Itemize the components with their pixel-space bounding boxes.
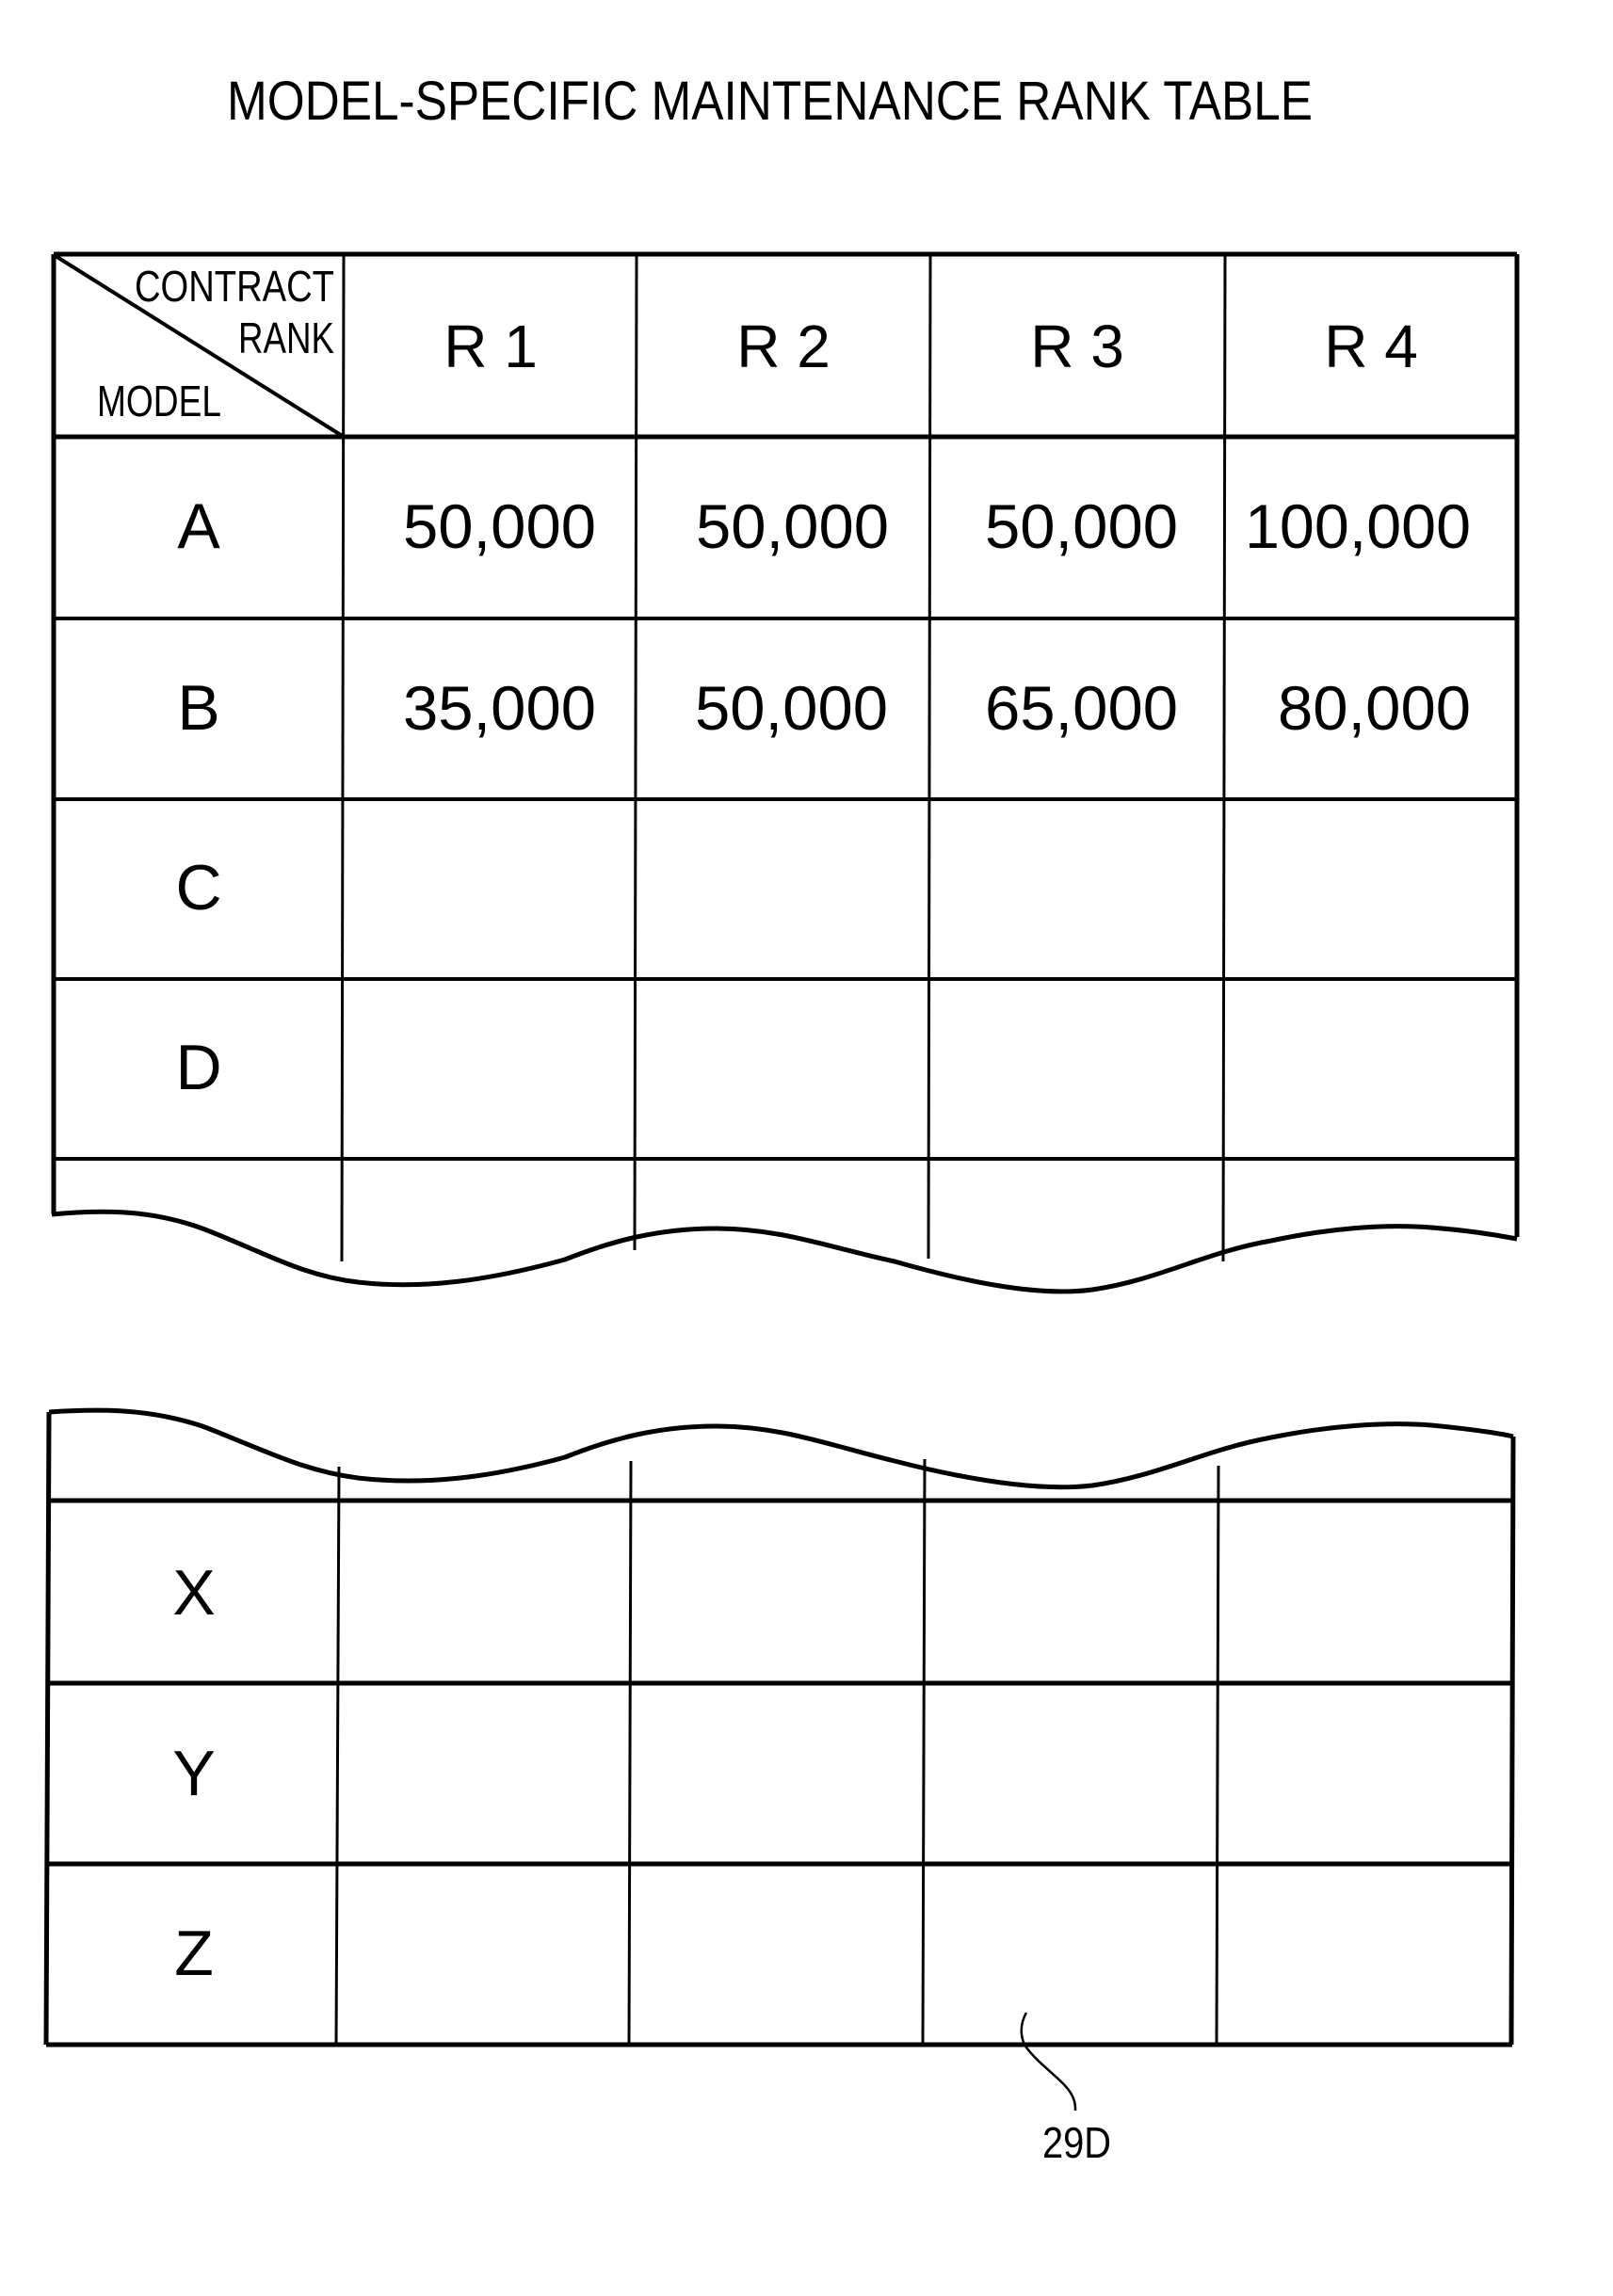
row-label-x: X bbox=[172, 1557, 215, 1629]
corner-label-rank: RANK bbox=[238, 313, 334, 362]
table-top-fragment bbox=[51, 251, 1520, 1294]
column-divider bbox=[927, 253, 932, 1260]
cell-b-r2: 50,000 bbox=[695, 673, 888, 743]
cell-b-r3: 65,000 bbox=[985, 673, 1178, 743]
cell-a-r4: 100,000 bbox=[1245, 491, 1471, 561]
column-divider bbox=[627, 1460, 633, 2046]
row-label-d: D bbox=[175, 1032, 221, 1103]
column-divider bbox=[921, 1458, 927, 2046]
row-label-a: A bbox=[177, 490, 220, 562]
row-label-y: Y bbox=[172, 1738, 215, 1809]
cell-b-r4: 80,000 bbox=[1278, 673, 1471, 743]
column-divider bbox=[1221, 253, 1227, 1262]
reference-leader-line bbox=[1020, 2012, 1077, 2111]
column-divider bbox=[334, 1466, 341, 2046]
cell-a-r3: 50,000 bbox=[985, 491, 1178, 561]
column-divider bbox=[1215, 1465, 1220, 2046]
reference-label: 29D bbox=[1042, 2118, 1111, 2167]
table-right-border bbox=[1508, 1436, 1516, 2046]
break-wave-bottom bbox=[48, 1407, 1514, 1490]
row-label-b: B bbox=[177, 672, 219, 744]
cell-a-r1: 50,000 bbox=[403, 491, 596, 561]
cell-a-r2: 50,000 bbox=[696, 491, 889, 561]
row-label-z: Z bbox=[174, 1918, 214, 1989]
corner-label-model: MODEL bbox=[97, 377, 221, 425]
break-wave-top bbox=[51, 1209, 1518, 1294]
corner-label-contract: CONTRACT bbox=[135, 262, 334, 311]
column-header-r2: R 2 bbox=[736, 313, 831, 380]
drawing-canvas: MODEL-SPECIFIC MAINTENANCE RANK TABLE CO… bbox=[43, 71, 1520, 2167]
column-header-r4: R 4 bbox=[1324, 313, 1418, 380]
cell-b-r1: 35,000 bbox=[403, 673, 596, 743]
page-title: MODEL-SPECIFIC MAINTENANCE RANK TABLE bbox=[227, 71, 1313, 132]
column-header-r3: R 3 bbox=[1030, 313, 1124, 380]
table-bottom-fragment bbox=[43, 1407, 1516, 2111]
column-divider bbox=[340, 253, 346, 1262]
table-left-border bbox=[43, 1411, 52, 2046]
column-header-r1: R 1 bbox=[444, 313, 538, 380]
column-divider bbox=[633, 253, 638, 1251]
row-label-c: C bbox=[175, 852, 221, 923]
